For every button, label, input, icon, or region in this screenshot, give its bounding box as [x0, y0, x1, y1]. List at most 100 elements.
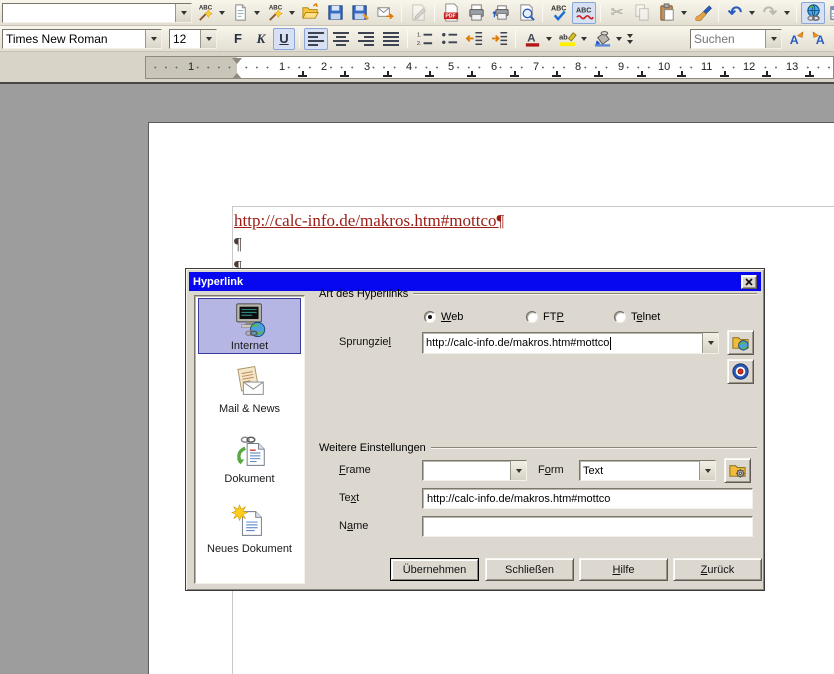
- indent-marker-icon[interactable]: [232, 58, 242, 72]
- new-document-button[interactable]: [228, 2, 252, 24]
- format-paintbrush-button[interactable]: [690, 2, 714, 24]
- hyperlink-text[interactable]: http://calc-info.de/makros.htm#mottco: [234, 211, 497, 230]
- tab-stop-marker[interactable]: [510, 71, 519, 77]
- radio-ftp[interactable]: FTP: [526, 311, 564, 323]
- open-button[interactable]: [298, 2, 322, 24]
- paste-dropdown[interactable]: [678, 2, 689, 24]
- tab-stop-marker[interactable]: [552, 71, 561, 77]
- send-email-button[interactable]: [373, 2, 397, 24]
- tab-stop-marker[interactable]: [298, 71, 307, 77]
- align-left-button[interactable]: [304, 28, 328, 50]
- highlighting-button[interactable]: ab: [555, 28, 579, 50]
- save-as-button[interactable]: [348, 2, 372, 24]
- search-dropdown[interactable]: [765, 30, 781, 48]
- autoformat-button[interactable]: ABC: [193, 2, 217, 24]
- align-center-button[interactable]: [329, 28, 353, 50]
- font-name-dropdown[interactable]: [145, 30, 161, 48]
- close-dialog-button[interactable]: Schließen: [485, 558, 574, 581]
- search-input[interactable]: [691, 30, 765, 48]
- decrease-indent-button[interactable]: [462, 28, 486, 50]
- tab-stop-marker[interactable]: [677, 71, 686, 77]
- frame-dropdown[interactable]: [510, 461, 526, 480]
- form-combo[interactable]: Text: [579, 460, 716, 481]
- hyperlink-button[interactable]: [801, 2, 825, 24]
- bold-button[interactable]: F: [227, 28, 249, 50]
- web-browser-button[interactable]: [727, 330, 754, 355]
- tab-stop-marker[interactable]: [805, 71, 814, 77]
- highlighting-dropdown[interactable]: [578, 28, 589, 50]
- name-field[interactable]: [422, 516, 753, 537]
- events-button[interactable]: [724, 458, 751, 483]
- find-backward-button[interactable]: A: [808, 28, 832, 50]
- tab-stop-marker[interactable]: [467, 71, 476, 77]
- paste-button[interactable]: [655, 2, 679, 24]
- toolbar-separator: [299, 30, 300, 48]
- category-mail-news[interactable]: Mail & News: [198, 364, 301, 415]
- tab-stop-marker[interactable]: [720, 71, 729, 77]
- undo-dropdown[interactable]: [746, 2, 757, 24]
- tab-stop-marker[interactable]: [340, 71, 349, 77]
- print-file-direct-button[interactable]: [489, 2, 513, 24]
- insert-table-button[interactable]: [826, 2, 834, 24]
- find-forward-button[interactable]: A: [783, 28, 807, 50]
- target-in-document-button[interactable]: [727, 359, 754, 384]
- url-combo[interactable]: [2, 3, 192, 23]
- tab-stop-marker[interactable]: [594, 71, 603, 77]
- spellcheck-button[interactable]: ABC: [547, 2, 571, 24]
- increase-indent-button[interactable]: [487, 28, 511, 50]
- autotext-dropdown[interactable]: [286, 2, 297, 24]
- font-name-input[interactable]: [3, 30, 145, 48]
- url-input[interactable]: [3, 4, 175, 22]
- help-button[interactable]: Hilfe: [579, 558, 668, 581]
- apply-button[interactable]: Übernehmen: [390, 558, 479, 581]
- text-field[interactable]: [422, 488, 753, 509]
- font-color-dropdown[interactable]: [543, 28, 554, 50]
- new-document-dropdown[interactable]: [251, 2, 262, 24]
- numbered-list-button[interactable]: 1. 2.: [412, 28, 436, 50]
- cut-button[interactable]: ✂: [605, 2, 629, 24]
- target-dropdown[interactable]: [702, 333, 718, 353]
- undo-button[interactable]: ↶: [723, 2, 747, 24]
- frame-combo[interactable]: [422, 460, 527, 481]
- tab-stop-marker[interactable]: [762, 71, 771, 77]
- redo-button[interactable]: ↷: [758, 2, 782, 24]
- autoformat-dropdown[interactable]: [216, 2, 227, 24]
- category-document[interactable]: Dokument: [198, 434, 301, 485]
- edit-file-button[interactable]: [406, 2, 430, 24]
- page-preview-button[interactable]: [514, 2, 538, 24]
- font-size-input[interactable]: [170, 30, 200, 48]
- target-combo[interactable]: http://calc-info.de/makros.htm#mottco: [422, 332, 719, 354]
- font-color-button[interactable]: A: [520, 28, 544, 50]
- search-combo[interactable]: [690, 29, 782, 49]
- radio-telnet[interactable]: Telnet: [614, 311, 660, 323]
- save-button[interactable]: [323, 2, 347, 24]
- auto-spellcheck-button[interactable]: ABC: [572, 2, 596, 24]
- radio-web[interactable]: Web: [424, 311, 463, 323]
- align-right-button[interactable]: [354, 28, 378, 50]
- underline-button[interactable]: U: [273, 28, 295, 50]
- justify-button[interactable]: [379, 28, 403, 50]
- category-internet[interactable]: Internet: [198, 298, 301, 354]
- autotext-button[interactable]: ABC: [263, 2, 287, 24]
- tab-stop-marker[interactable]: [637, 71, 646, 77]
- tab-stop-marker[interactable]: [425, 71, 434, 77]
- bullet-list-icon: [440, 29, 459, 48]
- horizontal-ruler[interactable]: 1 1 2 3 4 5 6 7 8 9 10 11 12 13: [145, 56, 834, 79]
- back-button[interactable]: Zurück: [673, 558, 762, 581]
- font-name-combo[interactable]: [2, 29, 162, 49]
- export-pdf-button[interactable]: PDF: [439, 2, 463, 24]
- tab-stop-marker[interactable]: [383, 71, 392, 77]
- font-size-dropdown[interactable]: [200, 30, 216, 48]
- redo-dropdown[interactable]: [781, 2, 792, 24]
- form-dropdown[interactable]: [699, 461, 715, 480]
- print-button[interactable]: [464, 2, 488, 24]
- url-combo-dropdown[interactable]: [175, 4, 191, 22]
- bullet-list-button[interactable]: [437, 28, 461, 50]
- italic-button[interactable]: K: [250, 28, 272, 50]
- copy-button[interactable]: [630, 2, 654, 24]
- font-size-combo[interactable]: [169, 29, 217, 49]
- document-hyperlink-line[interactable]: http://calc-info.de/makros.htm#mottco¶: [234, 209, 504, 232]
- background-color-button[interactable]: [590, 28, 614, 50]
- toolbar-overflow-button[interactable]: [623, 28, 637, 50]
- category-new-document[interactable]: Neues Dokument: [198, 504, 301, 555]
